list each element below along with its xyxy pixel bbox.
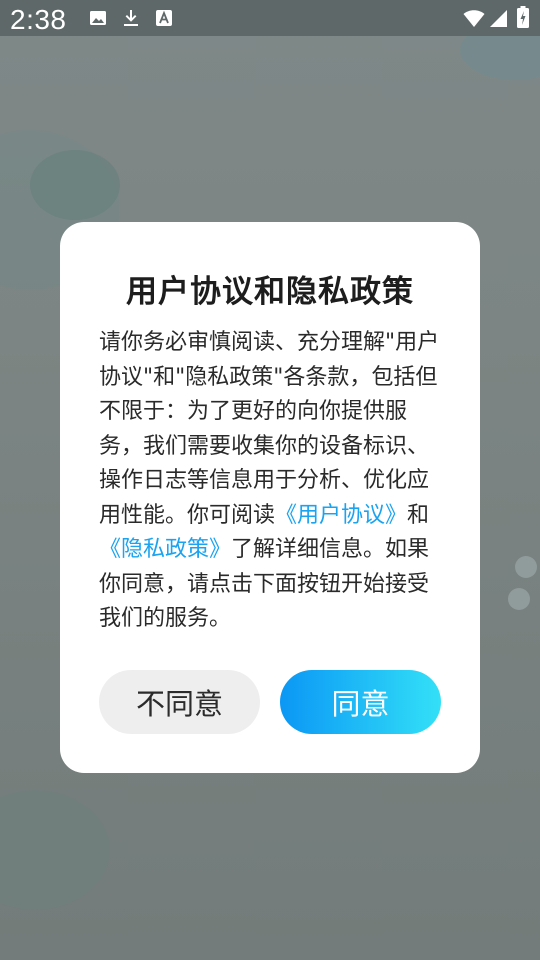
body-conjunction: 和 (407, 502, 430, 528)
dialog-body: 请你务必审慎阅读、充分理解"用户协议"和"隐私政策"各条款，包括但不限于：为了更… (99, 326, 441, 637)
background-dot (508, 588, 530, 610)
user-agreement-link[interactable]: 《用户协议》 (275, 503, 407, 528)
agree-button[interactable]: 同意 (280, 670, 441, 734)
app-screen: 2:38 用户协议和隐私政策 请你务必审慎阅读、充分理解"用户协议"和"隐私政策… (0, 0, 540, 960)
background-decoration (30, 150, 120, 220)
background-decoration (0, 790, 110, 910)
download-icon (124, 10, 138, 26)
background-dot (515, 556, 537, 578)
battery-icon (517, 6, 529, 28)
dialog-title: 用户协议和隐私政策 (126, 274, 414, 310)
image-icon (90, 11, 106, 25)
status-bar: 2:38 (0, 0, 540, 36)
status-time: 2:38 (10, 4, 67, 35)
privacy-dialog: 用户协议和隐私政策 请你务必审慎阅读、充分理解"用户协议"和"隐私政策"各条款，… (60, 222, 480, 773)
disagree-button[interactable]: 不同意 (99, 670, 260, 734)
font-icon (156, 10, 172, 26)
body-text-prefix: 请你务必审慎阅读、充分理解"用户协议"和"隐私政策"各条款，包括但不限于：为了更… (99, 330, 440, 528)
signal-icon (490, 10, 507, 27)
wifi-icon (463, 10, 485, 27)
privacy-policy-link[interactable]: 《隐私政策》 (99, 537, 231, 562)
